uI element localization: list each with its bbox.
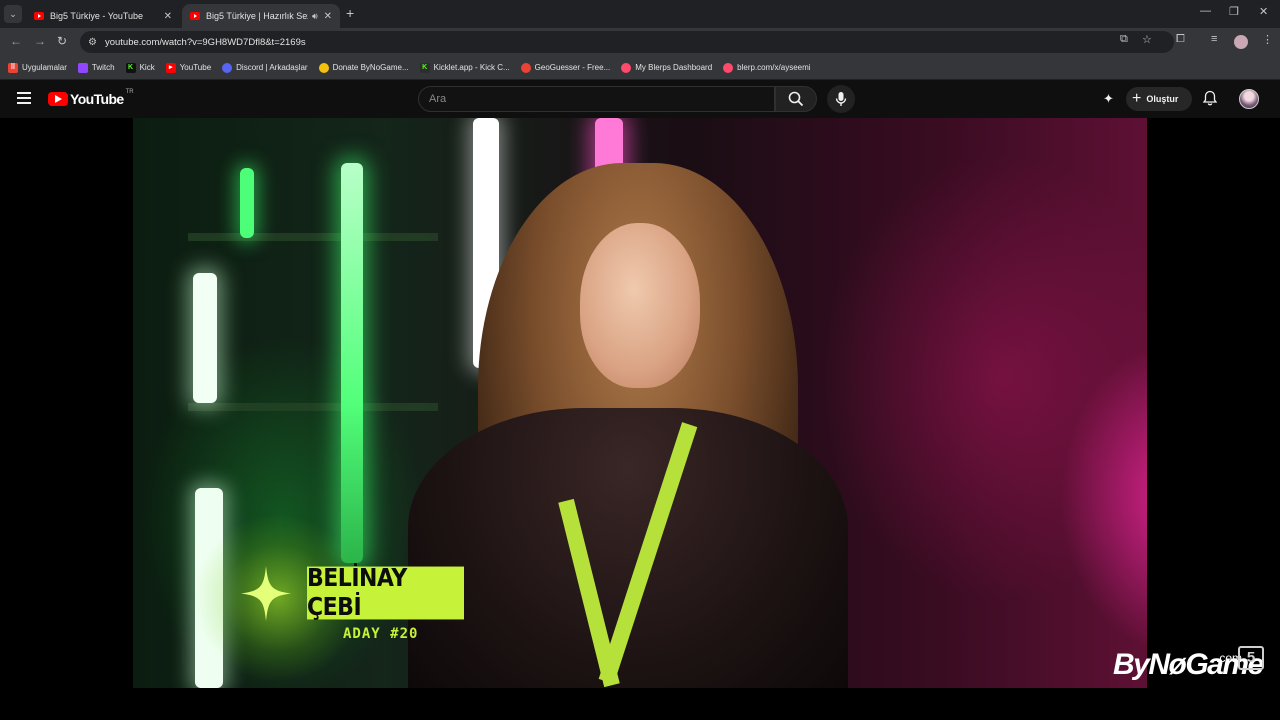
search-box[interactable] bbox=[418, 86, 775, 112]
blerp-icon bbox=[621, 62, 632, 73]
twitch-icon bbox=[77, 62, 88, 73]
minimize-window-icon[interactable]: — bbox=[1200, 5, 1211, 17]
close-tab-icon[interactable]: ✕ bbox=[164, 11, 172, 22]
bookmark-item[interactable]: GeoGuesser - Free... bbox=[520, 62, 610, 73]
media-control-icon[interactable]: ≡ bbox=[1211, 33, 1217, 45]
hamburger-menu-icon[interactable] bbox=[17, 92, 31, 104]
plus-icon: + bbox=[1132, 90, 1142, 107]
ai-sparkle-icon[interactable]: ✦ bbox=[1103, 91, 1114, 107]
bookmarks-bar: ⠿ Uygulamalar Twitch K Kick ▸ YouTube Disco… bbox=[0, 56, 1280, 80]
video-player[interactable]: BELİNAY ÇEBİ ADAY #20 bbox=[0, 118, 1280, 720]
green-neon-light bbox=[240, 168, 254, 238]
close-window-icon[interactable]: ✕ bbox=[1259, 5, 1268, 18]
notifications-bell-icon[interactable] bbox=[1202, 90, 1218, 109]
bookmark-item[interactable]: K Kicklet.app - Kick C... bbox=[419, 62, 510, 73]
create-label: Oluştur bbox=[1146, 94, 1179, 104]
apps-grid-icon: ⠿ bbox=[8, 62, 18, 73]
search-icon bbox=[788, 91, 804, 107]
extensions-icon[interactable]: ⧠ bbox=[1176, 33, 1185, 46]
person-body bbox=[408, 408, 848, 688]
address-bar[interactable]: ⚙ youtube.com/watch?v=9GH8WD7Dfl8&t=2169… bbox=[80, 31, 1174, 53]
youtube-play-logo-icon bbox=[48, 92, 68, 106]
kick-icon: K bbox=[125, 62, 136, 73]
browser-toolbar: ← → ↻ ⚙ youtube.com/watch?v=9GH8WD7Dfl8&… bbox=[0, 28, 1280, 56]
install-app-icon[interactable]: ⧉ bbox=[1120, 33, 1128, 46]
candidate-number: ADAY #20 bbox=[343, 626, 419, 642]
youtube-favicon-icon bbox=[190, 12, 200, 20]
sparkle-star-icon bbox=[241, 566, 291, 621]
chrome-menu-icon[interactable]: ⋮ bbox=[1262, 33, 1273, 46]
background-shelf bbox=[188, 403, 438, 411]
blerp-icon bbox=[723, 62, 734, 73]
green-neon-light bbox=[341, 163, 363, 563]
youtube-favicon-icon bbox=[34, 12, 44, 20]
search-input[interactable] bbox=[429, 93, 774, 105]
voice-search-button[interactable] bbox=[827, 85, 855, 113]
profile-avatar-icon[interactable] bbox=[1234, 35, 1248, 49]
site-info-icon[interactable]: ⚙ bbox=[88, 37, 97, 48]
bookmark-star-icon[interactable]: ☆ bbox=[1142, 33, 1152, 46]
close-tab-icon[interactable]: ✕ bbox=[324, 11, 332, 22]
bookmark-item[interactable]: ⠿ Uygulamalar bbox=[8, 62, 67, 73]
youtube-header: YouTube TR ✦ + Oluştur bbox=[0, 80, 1280, 118]
person-face bbox=[580, 223, 700, 388]
region-code: TR bbox=[125, 89, 134, 95]
bookmark-item[interactable]: My Blerps Dashboard bbox=[621, 62, 712, 73]
white-neon-light bbox=[193, 273, 217, 403]
forward-arrow-icon[interactable]: → bbox=[34, 34, 46, 48]
browser-tab-strip: ⌄ Big5 Türkiye - YouTube ✕ Big5 Türkiye … bbox=[0, 0, 1280, 28]
youtube-icon: ▸ bbox=[165, 62, 176, 73]
youtube-wordmark: YouTube bbox=[70, 91, 124, 107]
reload-icon[interactable]: ↻ bbox=[57, 34, 67, 48]
bynogame-icon bbox=[318, 62, 329, 73]
candidate-name-plate: BELİNAY ÇEBİ bbox=[307, 564, 464, 622]
youtube-logo[interactable]: YouTube TR bbox=[48, 89, 134, 107]
geoguessr-icon bbox=[520, 62, 531, 73]
tab-title: Big5 Türkiye - YouTube bbox=[50, 11, 144, 21]
bookmark-item[interactable]: blerp.com/x/ayseemi bbox=[723, 62, 811, 73]
bookmark-item[interactable]: Donate ByNoGame... bbox=[318, 62, 409, 73]
audio-playing-icon[interactable]: 🔊︎ bbox=[312, 11, 318, 22]
back-arrow-icon[interactable]: ← bbox=[10, 34, 22, 48]
bookmark-item[interactable]: Discord | Arkadaşlar bbox=[222, 62, 308, 73]
microphone-icon bbox=[835, 92, 847, 106]
browser-tab-big5-channel[interactable]: Big5 Türkiye - YouTube ✕ bbox=[26, 4, 180, 28]
kicklet-icon: K bbox=[419, 62, 430, 73]
search-button[interactable] bbox=[775, 86, 817, 112]
browser-tab-active[interactable]: Big5 Türkiye | Hazırlık Sezonu 🔊︎ ✕ bbox=[182, 4, 340, 28]
new-tab-button[interactable]: + bbox=[346, 5, 354, 21]
restore-window-icon[interactable]: ❐ bbox=[1229, 5, 1239, 18]
discord-icon bbox=[222, 62, 233, 73]
tab-search-chevron-icon[interactable]: ⌄ bbox=[4, 5, 22, 23]
watermark-logo-icon: 5 bbox=[1238, 646, 1264, 670]
url-text[interactable]: youtube.com/watch?v=9GH8WD7Dfl8&t=2169s bbox=[105, 37, 306, 48]
account-avatar[interactable] bbox=[1239, 89, 1259, 109]
create-button[interactable]: + Oluştur bbox=[1126, 87, 1192, 111]
video-frame[interactable]: BELİNAY ÇEBİ ADAY #20 bbox=[133, 118, 1147, 688]
bookmark-item[interactable]: K Kick bbox=[125, 62, 155, 73]
tab-title: Big5 Türkiye | Hazırlık Sezonu bbox=[206, 11, 308, 21]
background-shelf bbox=[188, 233, 438, 241]
bookmark-item[interactable]: ▸ YouTube bbox=[165, 62, 211, 73]
bookmark-item[interactable]: Twitch bbox=[77, 62, 115, 73]
